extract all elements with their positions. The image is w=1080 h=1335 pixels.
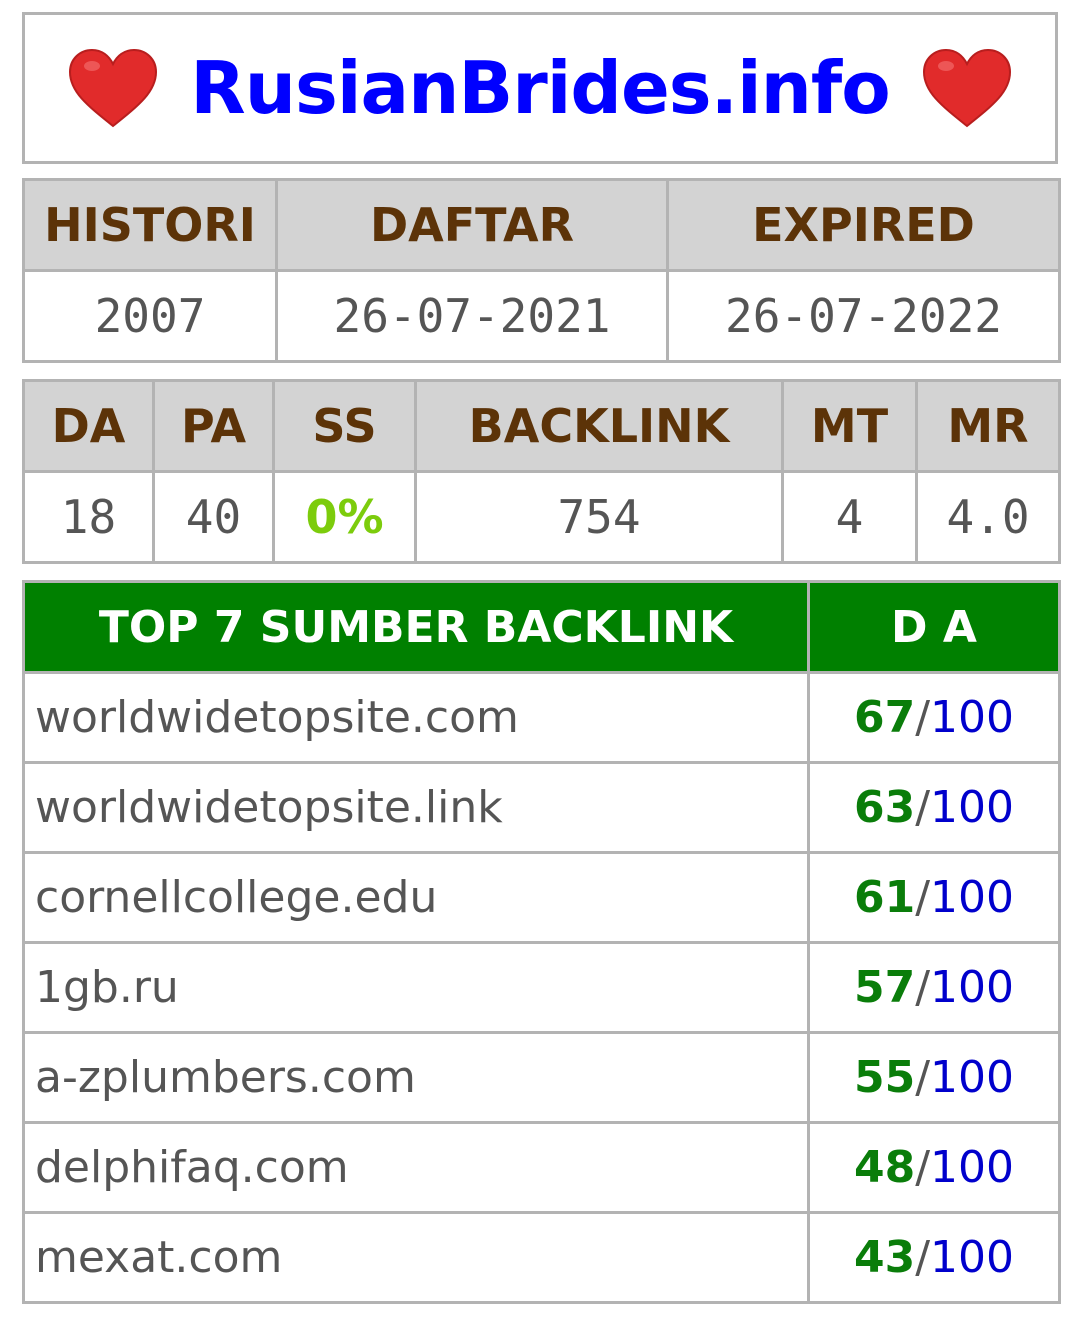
value-da: 18 (22, 470, 155, 564)
header-da: DA (22, 379, 155, 473)
backlink-site: mexat.com (22, 1211, 810, 1304)
top-backlinks-table: TOP 7 SUMBER BACKLINK D A worldwidetopsi… (22, 580, 1061, 1304)
score-max: 100 (930, 692, 1015, 743)
backlink-site: worldwidetopsite.link (22, 761, 810, 854)
backlink-site: delphifaq.com (22, 1121, 810, 1214)
backlink-score: 63/100 (807, 761, 1061, 854)
table-row: worldwidetopsite.com 67/100 (22, 671, 1061, 764)
score-max: 100 (930, 872, 1015, 923)
score-separator: / (915, 962, 931, 1013)
value-pa: 40 (152, 470, 275, 564)
backlink-score: 48/100 (807, 1121, 1061, 1214)
backlink-site: cornellcollege.edu (22, 851, 810, 944)
score-value: 57 (853, 962, 916, 1013)
value-mr: 4.0 (915, 470, 1061, 564)
table-row: delphifaq.com 48/100 (22, 1121, 1061, 1214)
score-max: 100 (930, 1052, 1015, 1103)
value-backlink: 754 (414, 470, 784, 564)
header-daftar: DAFTAR (275, 178, 669, 272)
title-box: RusianBrides.info (22, 12, 1058, 164)
score-separator: / (915, 782, 931, 833)
value-daftar: 26-07-2021 (275, 269, 669, 363)
score-separator: / (915, 872, 931, 923)
score-value: 61 (853, 872, 916, 923)
backlink-site: 1gb.ru (22, 941, 810, 1034)
table-row: mexat.com 43/100 (22, 1211, 1061, 1304)
header-mt: MT (781, 379, 918, 473)
header-backlink-source: TOP 7 SUMBER BACKLINK (22, 580, 810, 674)
domain-dates-table: HISTORI DAFTAR EXPIRED 2007 26-07-2021 2… (22, 178, 1061, 363)
backlink-score: 55/100 (807, 1031, 1061, 1124)
table-row: cornellcollege.edu 61/100 (22, 851, 1061, 944)
value-histori: 2007 (22, 269, 278, 363)
backlink-site: worldwidetopsite.com (22, 671, 810, 764)
header-expired: EXPIRED (666, 178, 1061, 272)
score-separator: / (915, 1232, 931, 1283)
header-mr: MR (915, 379, 1061, 473)
backlink-score: 67/100 (807, 671, 1061, 764)
score-value: 67 (853, 692, 916, 743)
score-max: 100 (930, 962, 1015, 1013)
header-histori: HISTORI (22, 178, 278, 272)
score-max: 100 (930, 1142, 1015, 1193)
title-cell: RusianBrides.info (22, 12, 1058, 164)
score-value: 48 (853, 1142, 916, 1193)
value-ss: 0% (272, 470, 417, 564)
backlink-score: 57/100 (807, 941, 1061, 1034)
table-row: worldwidetopsite.link 63/100 (22, 761, 1061, 854)
score-separator: / (915, 1142, 931, 1193)
backlink-site: a-zplumbers.com (22, 1031, 810, 1124)
table-row: 1gb.ru 57/100 (22, 941, 1061, 1034)
score-max: 100 (930, 1232, 1015, 1283)
backlink-score: 43/100 (807, 1211, 1061, 1304)
score-value: 63 (853, 782, 916, 833)
header-backlink: BACKLINK (414, 379, 784, 473)
heart-icon (68, 48, 158, 128)
domain-metrics-table: DA PA SS BACKLINK MT MR 18 40 0% 754 4 4… (22, 379, 1061, 564)
heart-icon (922, 48, 1012, 128)
score-separator: / (915, 1052, 931, 1103)
score-value: 43 (853, 1232, 916, 1283)
table-row: a-zplumbers.com 55/100 (22, 1031, 1061, 1124)
header-ss: SS (272, 379, 417, 473)
title-wrap: RusianBrides.info (27, 46, 1054, 130)
value-expired: 26-07-2022 (666, 269, 1061, 363)
score-separator: / (915, 692, 931, 743)
header-backlink-da: D A (807, 580, 1061, 674)
value-mt: 4 (781, 470, 918, 564)
backlink-score: 61/100 (807, 851, 1061, 944)
score-max: 100 (930, 782, 1015, 833)
score-value: 55 (853, 1052, 916, 1103)
header-pa: PA (152, 379, 275, 473)
site-title[interactable]: RusianBrides.info (190, 46, 890, 130)
